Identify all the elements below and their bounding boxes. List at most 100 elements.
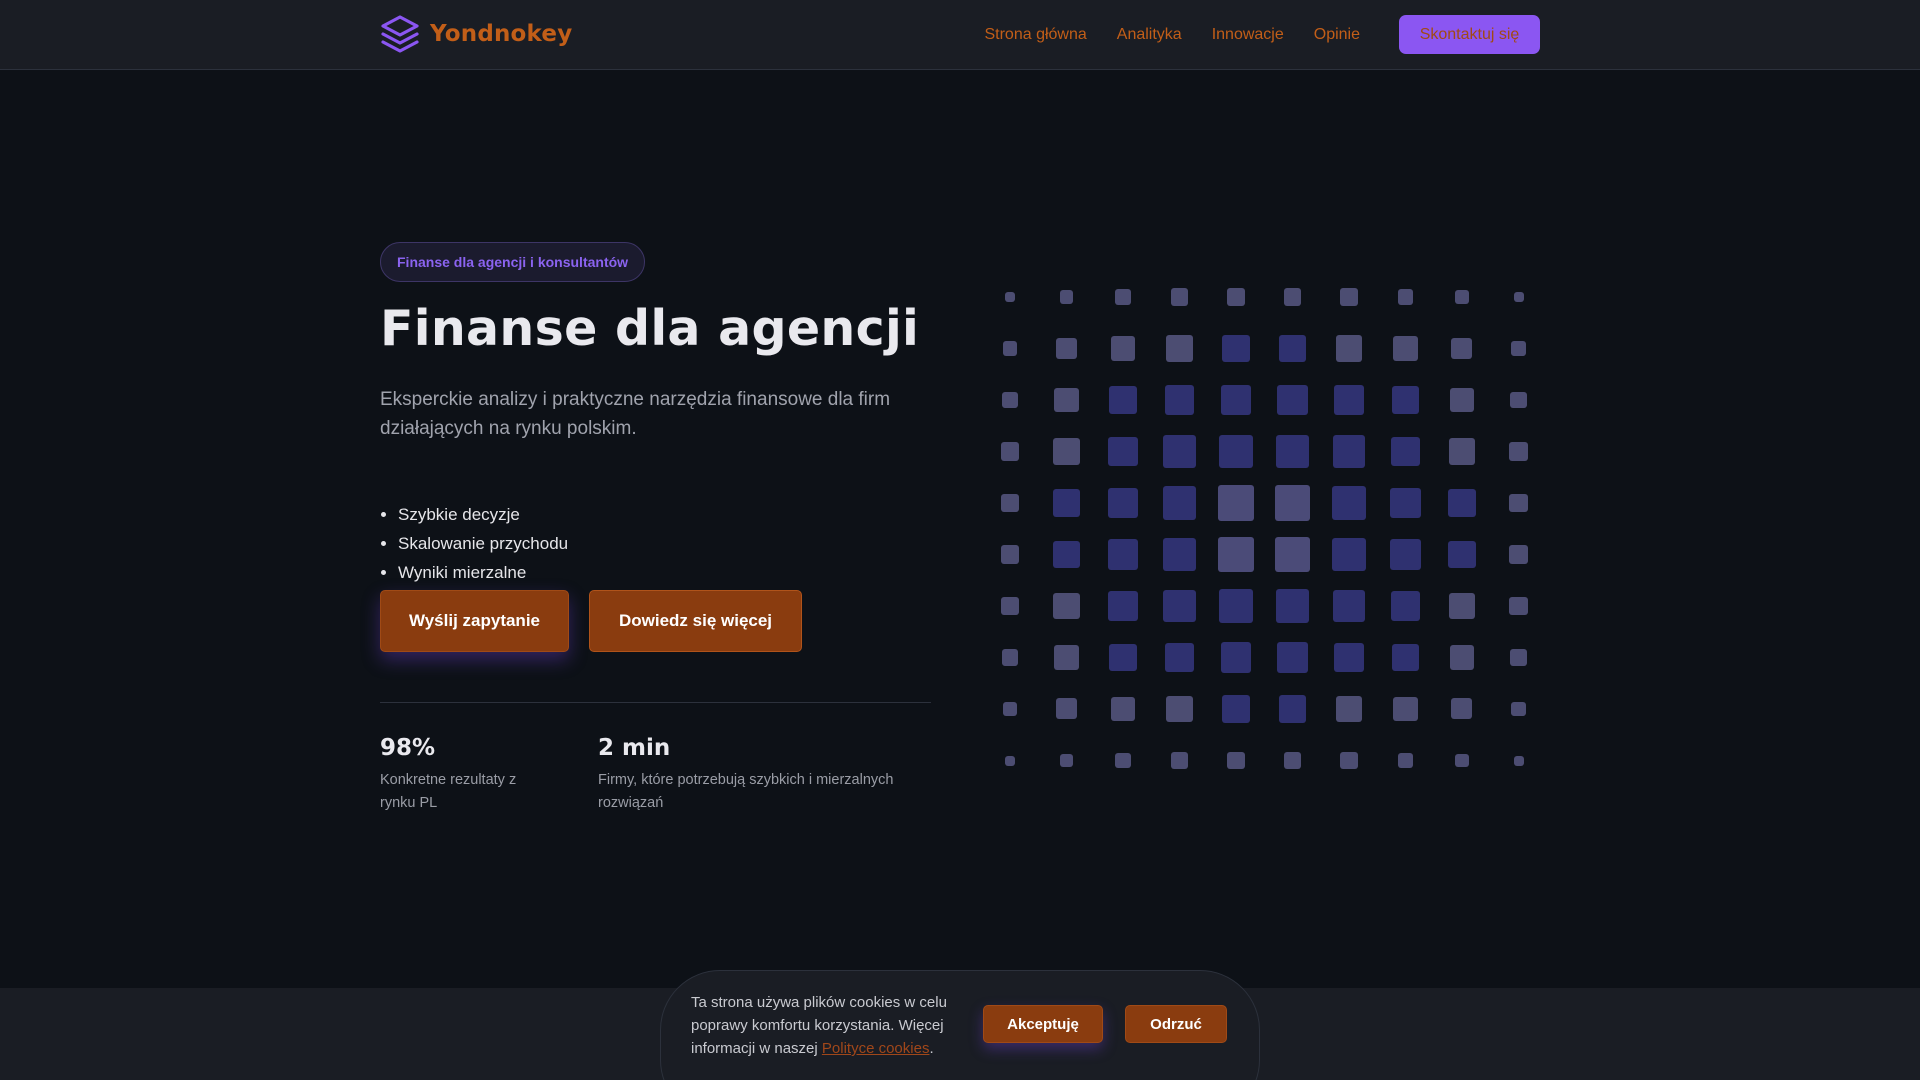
grid-square [1000,545,1020,564]
grid-square [1162,486,1197,520]
grid-square [1510,391,1527,409]
cookie-reject-button[interactable]: Odrzuć [1125,1005,1227,1043]
grid-square [1390,487,1421,519]
nav-link-innovation[interactable]: Innowacje [1212,26,1284,44]
grid-square [1220,384,1252,416]
grid-square [1170,288,1189,306]
cookie-accept-button[interactable]: Akceptuję [983,1005,1103,1043]
grid-square [1005,755,1015,766]
grid-square [1055,337,1077,359]
grid-square [1335,335,1363,362]
feature-item: Wyniki mierzalne [398,558,568,587]
grid-square [1110,696,1135,721]
hero-badge: Finanse dla agencji i konsultantów [380,242,646,282]
grid-square [1449,645,1474,670]
grid-square [1334,385,1364,415]
grid-square [1053,592,1080,620]
nav-link-home[interactable]: Strona główna [984,26,1086,44]
grid-square [1511,341,1526,356]
grid-square [1274,536,1311,573]
grid-square [1054,645,1079,670]
grid-square [1340,288,1358,306]
grid-square [1054,387,1079,412]
grid-square [1332,486,1366,520]
grid-square [1509,545,1528,564]
grid-square [1275,434,1310,469]
grid-square [1509,493,1528,513]
grid-square [1449,387,1474,412]
stat-value: 2 min [598,735,671,761]
grid-square [1001,391,1019,409]
grid-square [1166,335,1193,362]
top-navbar: Yondnokey Strona główna Analityka Innowa… [0,0,1920,70]
stat-label: Konkretne rezultaty z rynku PL [380,772,517,811]
grid-square [1393,336,1418,361]
grid-square [1219,589,1253,623]
cookie-suffix: . [929,1040,934,1057]
decorative-grid [990,270,1550,770]
grid-square [1275,589,1310,623]
grid-square [1511,701,1526,717]
grid-square [1107,487,1139,519]
grid-square [1390,436,1421,467]
grid-square [1109,386,1137,414]
stat-label: Firmy, które potrzebują szybkich i mierz… [598,772,894,811]
nav-link-reviews[interactable]: Opinie [1314,26,1360,44]
grid-square [1222,334,1250,363]
grid-square [1002,341,1018,356]
send-inquiry-button[interactable]: Wyślij zapytanie [380,590,569,652]
grid-square [1052,540,1081,569]
grid-square [1000,442,1019,461]
grid-square [1283,288,1302,306]
grid-square [1059,753,1074,768]
grid-square [1110,336,1135,361]
grid-square [1166,695,1193,723]
grid-square [1278,695,1307,723]
grid-square [1391,643,1420,672]
grid-square [1451,337,1473,359]
stats-divider [380,702,931,703]
grid-square [1509,442,1528,461]
cookie-policy-link[interactable]: Polityce cookies [822,1040,930,1057]
grid-square [1510,649,1527,666]
grid-square [1509,596,1528,615]
nav-link-analytics[interactable]: Analityka [1117,26,1182,44]
grid-square [1053,438,1080,465]
grid-square [1162,537,1197,572]
grid-square [1513,292,1524,302]
feature-item: Skalowanie przychodu [398,529,568,558]
grid-square [1002,701,1018,717]
grid-square [1397,752,1414,769]
grid-square [1108,591,1138,621]
grid-square [1448,489,1476,517]
grid-square [1277,384,1308,416]
grid-square [1227,288,1245,306]
grid-square [1052,489,1081,517]
grid-square [1109,643,1137,672]
stat-value: 98% [380,735,436,761]
grid-square [1163,435,1196,468]
grid-square [1001,649,1019,666]
grid-square [1218,536,1254,573]
learn-more-button[interactable]: Dowiedz się więcej [589,590,802,652]
grid-square [1220,642,1252,673]
grid-square [1513,755,1524,766]
contact-button[interactable]: Skontaktuj się [1399,15,1540,54]
grid-square [1108,436,1138,467]
grid-square [1107,539,1139,570]
grid-square [1000,493,1020,513]
grid-square [1283,751,1302,770]
grid-square [1277,642,1308,673]
grid-square [1005,292,1015,302]
grid-square [1448,438,1476,465]
feature-list: Szybkie decyzje Skalowanie przychodu Wyn… [398,500,568,587]
grid-square [1000,596,1019,615]
grid-square [1455,753,1469,768]
stat-speed: 2 min Firmy, które potrzebują szybkich i… [598,735,928,815]
grid-square [1390,591,1421,621]
grid-square [1227,751,1245,770]
brand-logo[interactable]: Yondnokey [380,14,572,54]
grid-square [1332,537,1366,572]
grid-square [1390,539,1421,570]
grid-square [1448,540,1476,569]
